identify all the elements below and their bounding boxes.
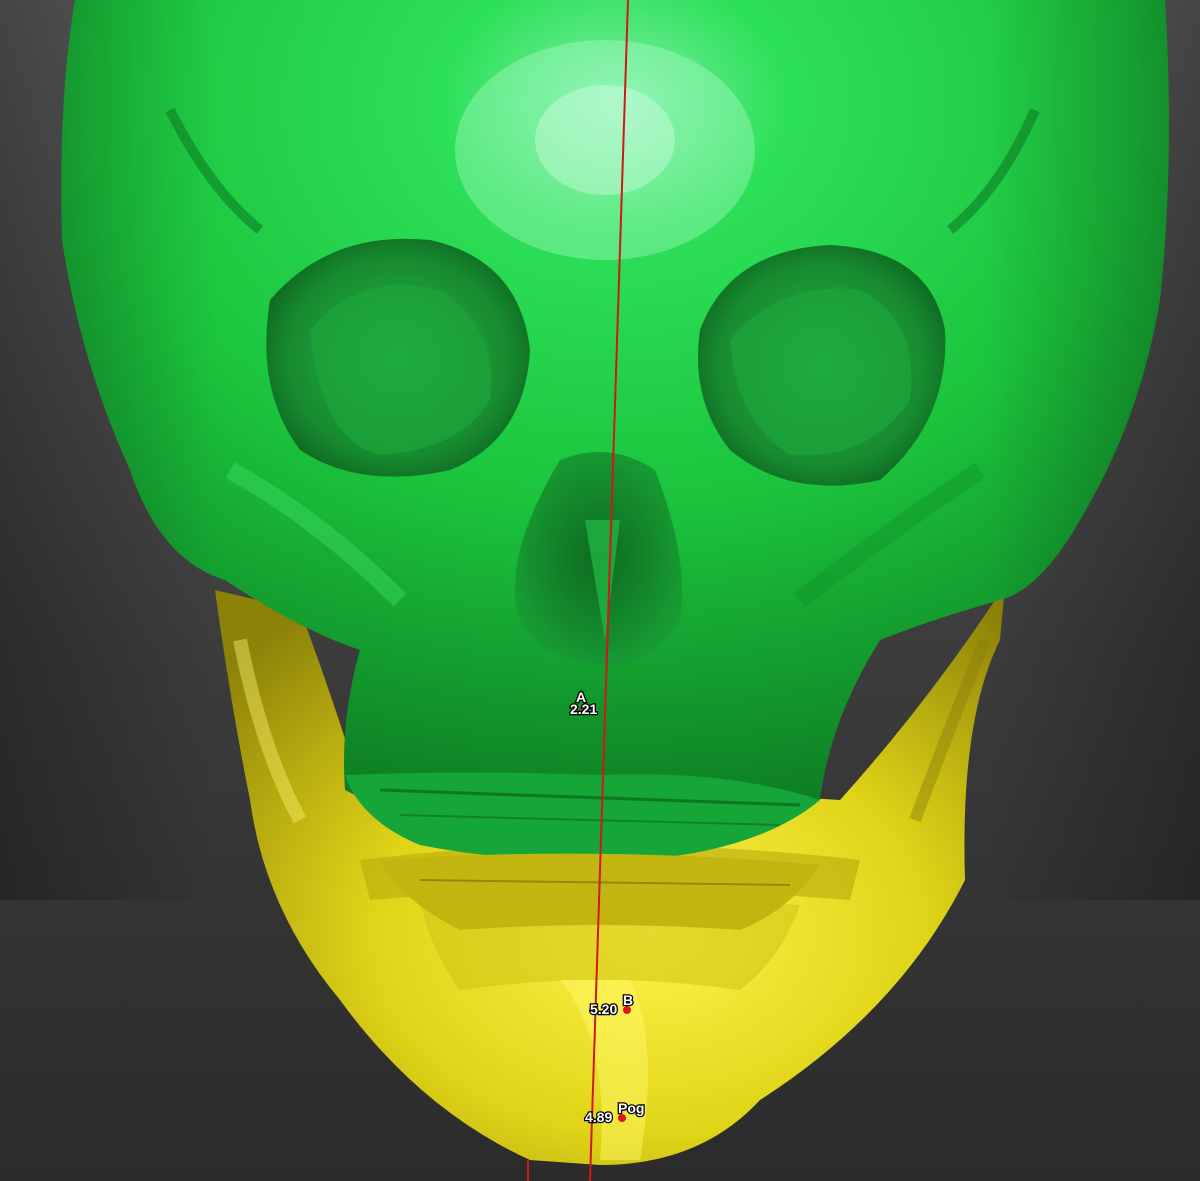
landmark-b-value: 5.20 [590, 1001, 617, 1017]
landmark-pog-value: 4.89 [585, 1109, 612, 1125]
right-orbit [698, 245, 946, 486]
left-orbit [266, 238, 530, 477]
cranium [0, 0, 1200, 900]
landmark-pog-name: Pog [618, 1100, 644, 1116]
landmark-a-value: 2.21 [570, 701, 597, 717]
3d-viewport[interactable]: A 2.21 B 5.20 Pog 4.89 [0, 0, 1200, 1181]
landmark-b-name: B [623, 992, 633, 1008]
skull-render: A 2.21 B 5.20 Pog 4.89 [0, 0, 1200, 1181]
